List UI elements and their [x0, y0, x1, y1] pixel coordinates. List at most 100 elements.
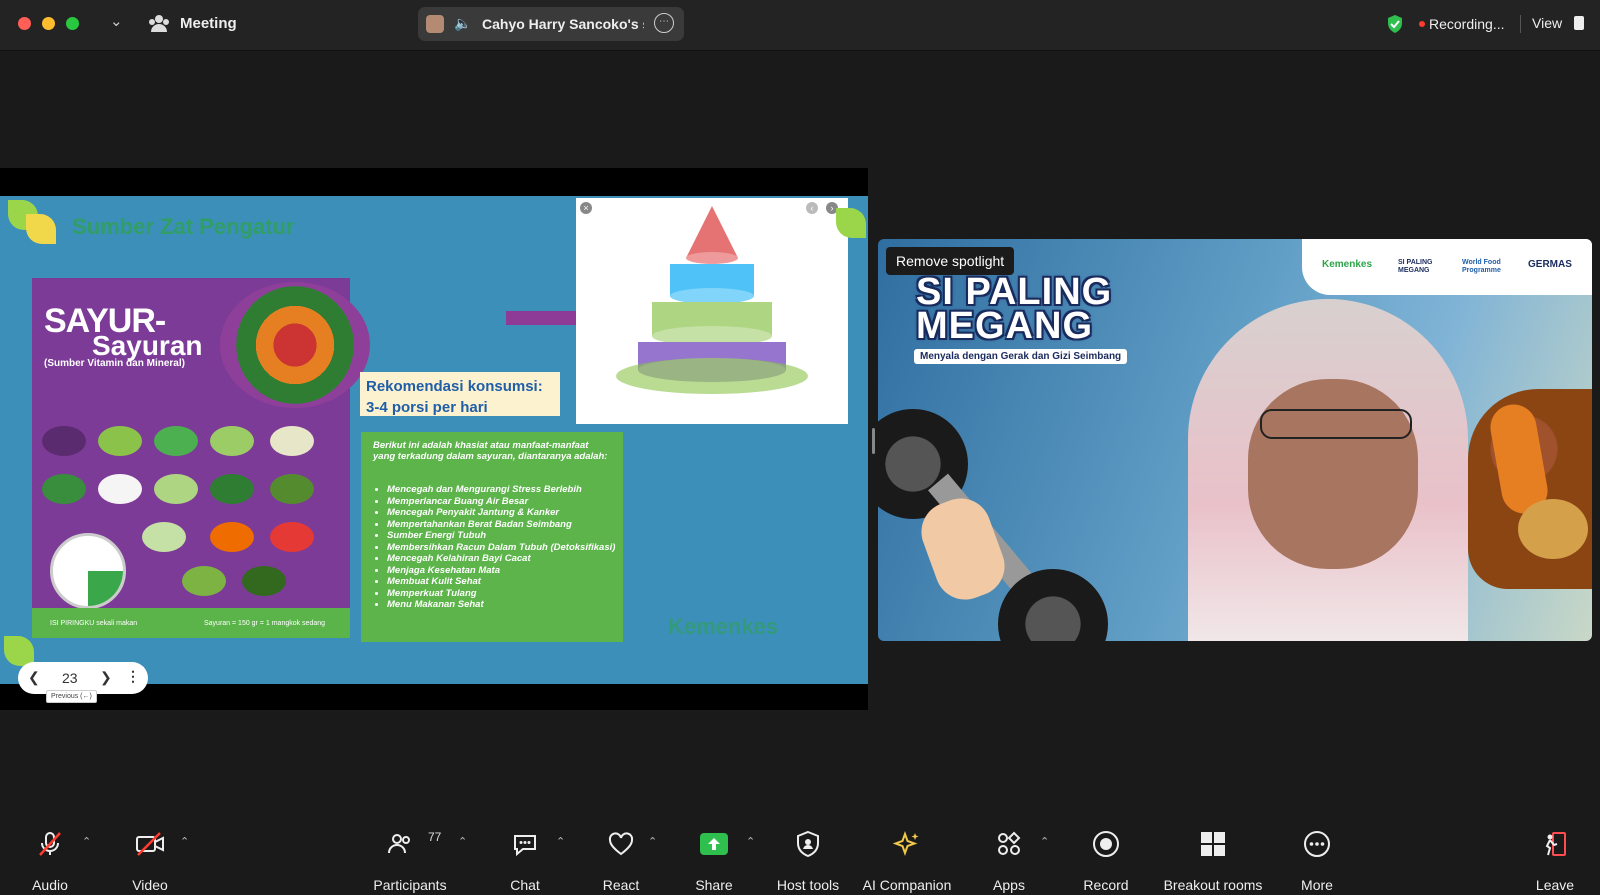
brand-tagline: Menyala dengan Gerak dan Gizi Seimbang	[914, 349, 1128, 364]
list-item: Menjaga Kesehatan Mata	[387, 565, 633, 577]
decor-leaf	[836, 208, 866, 238]
list-item: Membersihkan Racun Dalam Tubuh (Detoksif…	[387, 542, 633, 554]
chevron-up-icon[interactable]: ⌃	[1040, 835, 1049, 848]
vegetable-basket-image	[220, 282, 370, 408]
avatar	[426, 15, 444, 33]
chevron-up-icon[interactable]: ⌃	[458, 835, 467, 848]
potato-image	[1518, 499, 1588, 559]
screen-share-indicator[interactable]: 🔈 Cahyo Harry Sancoko's s ⋯	[418, 7, 684, 41]
divider	[1520, 15, 1521, 33]
close-icon[interactable]: ×	[580, 202, 592, 214]
chat-button[interactable]: Chat	[500, 815, 550, 895]
poster-subtitle: (Sumber Vitamin dan Mineral)	[44, 358, 185, 369]
ai-companion-label: AI Companion	[862, 877, 952, 893]
breakout-rooms-button[interactable]: Breakout rooms	[1160, 815, 1266, 895]
recommendation-line-1: Rekomendasi konsumsi:	[366, 378, 543, 395]
chevron-up-icon[interactable]: ⌃	[556, 835, 565, 848]
chevron-up-icon[interactable]: ⌃	[746, 835, 755, 848]
list-item: Menu Makanan Sehat	[387, 599, 633, 611]
recommendation-line-2: 3-4 porsi per hari	[366, 399, 488, 416]
resize-handle[interactable]	[872, 428, 875, 454]
more-label: More	[1301, 877, 1333, 893]
sponsor-logos: Kemenkes SI PALING MEGANG World Food Pro…	[1302, 239, 1592, 295]
chat-icon	[510, 829, 540, 859]
remove-spotlight-button[interactable]: Remove spotlight	[886, 247, 1015, 275]
zoom-window-button[interactable]	[66, 17, 79, 30]
logo-text: World Food Programme	[1462, 259, 1501, 274]
list-item: Mencegah dan Mengurangi Stress Berlebih	[387, 484, 633, 496]
recording-status[interactable]: Recording...	[1429, 16, 1504, 32]
meeting-label: Meeting	[180, 15, 237, 32]
breakout-rooms-label: Breakout rooms	[1163, 877, 1263, 893]
speaker-icon: 🔈	[454, 15, 472, 31]
host-tools-button[interactable]: Host tools	[770, 815, 846, 895]
sparkle-icon	[892, 829, 922, 859]
logo-text: SI PALING MEGANG	[1398, 259, 1433, 274]
leave-button[interactable]: Leave	[1530, 815, 1580, 895]
more-horizontal-icon	[1302, 829, 1332, 859]
react-label: React	[602, 877, 640, 893]
list-item: Mencegah Kelahiran Bayi Cacat	[387, 553, 633, 565]
share-button[interactable]: Share	[688, 815, 740, 895]
poster-footer-left: ISI PIRINGKU sekali makan	[50, 620, 138, 627]
poster-footer: ISI PIRINGKU sekali makan Sayuran = 150 …	[32, 608, 350, 638]
participants-count: 77	[428, 830, 442, 844]
pyramid-illustration	[616, 206, 808, 394]
participant-face	[1248, 379, 1418, 569]
list-item: Memperkuat Tulang	[387, 588, 633, 600]
brand-title-line-2: MEGANG	[916, 305, 1093, 347]
previous-slide-button[interactable]: ❮	[28, 669, 40, 686]
minimize-window-button[interactable]	[42, 17, 55, 30]
recommendation-box: Rekomendasi konsumsi: 3-4 porsi per hari	[360, 372, 560, 416]
list-item: Mencegah Penyakit Jantung & Kanker	[387, 507, 633, 519]
record-label: Record	[1083, 877, 1129, 893]
recording-dot-icon	[1419, 21, 1425, 27]
record-button[interactable]: Record	[1078, 815, 1134, 895]
food-pyramid-image: × ‹ ›	[576, 198, 848, 424]
list-item: Sumber Energi Tubuh	[387, 530, 633, 542]
participants-label: Participants	[373, 877, 447, 893]
tooltip: Previous (←)	[46, 690, 97, 703]
chevron-up-icon[interactable]: ⌃	[82, 835, 91, 848]
microphone-muted-icon	[35, 829, 65, 859]
apps-label: Apps	[993, 877, 1025, 893]
chevron-left-icon[interactable]: ‹	[806, 202, 818, 214]
plate-diagram	[50, 533, 126, 609]
more-options-icon[interactable]: ⋯	[654, 13, 674, 33]
audio-button[interactable]: Audio	[20, 815, 80, 895]
video-button[interactable]: Video	[120, 815, 180, 895]
decor-leaf	[26, 214, 56, 244]
view-layout-icon[interactable]	[1574, 16, 1584, 30]
list-item: Mempertahankan Berat Badan Seimbang	[387, 519, 633, 531]
chevron-up-icon[interactable]: ⌃	[180, 835, 189, 848]
benefits-list: Mencegah dan Mengurangi Stress Berlebih …	[373, 484, 633, 611]
video-off-icon	[135, 829, 165, 859]
shield-check-icon[interactable]	[1385, 14, 1405, 39]
list-item: Membuat Kulit Sehat	[387, 576, 633, 588]
apps-button[interactable]: Apps	[986, 815, 1032, 895]
more-vertical-icon[interactable]: ⋮	[126, 668, 140, 685]
ai-companion-button[interactable]: AI Companion	[860, 815, 954, 895]
next-slide-button[interactable]: ❯	[100, 669, 112, 686]
view-button[interactable]: View	[1532, 15, 1562, 31]
slide-number[interactable]: 23	[62, 670, 78, 686]
react-button[interactable]: React	[594, 815, 648, 895]
participant-video[interactable]: Kemenkes SI PALING MEGANG World Food Pro…	[878, 239, 1592, 641]
meeting-icon	[148, 12, 170, 39]
benefits-intro: Berikut ini adalah khasiat atau manfaat-…	[373, 440, 608, 462]
slide-title: Sumber Zat Pengatur	[72, 214, 295, 239]
meeting-toolbar: Audio ⌃ Video ⌃ 77 Participants ⌃ Chat ⌃…	[0, 815, 1600, 895]
more-button[interactable]: More	[1292, 815, 1342, 895]
brand-title-line-1: SI PALING	[916, 271, 1113, 313]
close-window-button[interactable]	[18, 17, 31, 30]
logo-text: Kemenkes	[1322, 259, 1373, 270]
breakout-rooms-icon	[1198, 829, 1228, 859]
title-bar: ⌄ Meeting 🔈 Cahyo Harry Sancoko's s ⋯ Re…	[0, 0, 1600, 51]
sharer-name: Cahyo Harry Sancoko's s	[482, 16, 644, 32]
chevron-up-icon[interactable]: ⌃	[648, 835, 657, 848]
apps-icon	[994, 829, 1024, 859]
heart-icon	[606, 829, 636, 859]
leave-label: Leave	[1535, 877, 1575, 893]
participants-button[interactable]: 77 Participants	[370, 815, 450, 895]
chevron-down-icon[interactable]: ⌄	[110, 12, 123, 30]
